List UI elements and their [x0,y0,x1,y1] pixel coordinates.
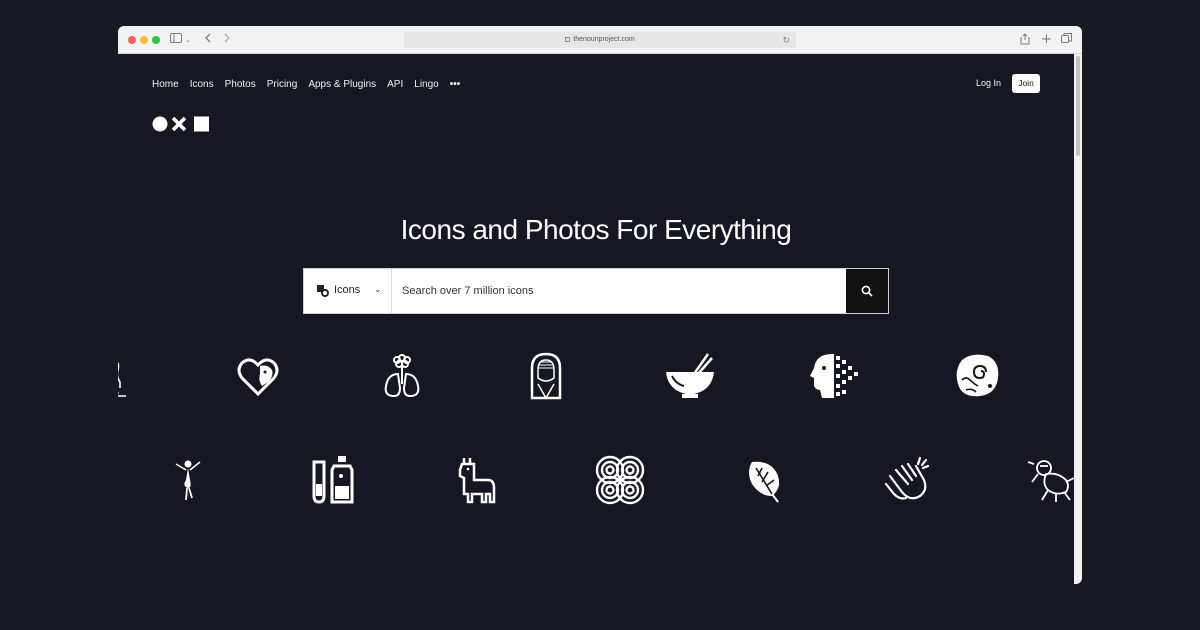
sidebar-toggle-icon[interactable] [170,33,182,47]
nav-lingo[interactable]: Lingo [414,79,438,90]
forward-icon[interactable] [223,33,231,47]
main-nav: Home Icons Photos Pricing Apps & Plugins… [152,76,460,92]
hero-title: Icons and Photos For Everything [400,214,792,245]
browser-toolbar: ⌄ thenounproject.com ↻ + [118,26,1082,54]
llama-icon [458,458,496,504]
nav-api[interactable]: API [387,79,403,90]
search-input[interactable] [392,269,847,313]
nav-pricing[interactable]: Pricing [267,79,298,90]
bowl-chopsticks-icon [666,353,714,398]
robot-crawler-icon [1027,460,1075,502]
monstera-leaf-icon [749,461,780,503]
nav-more-button[interactable]: ••• [450,79,461,90]
clapping-hands-icon [884,456,930,500]
search-type-dropdown[interactable]: Icons ⌄ [304,269,392,313]
browser-window: ⌄ thenounproject.com ↻ + Home Icons Phot… [118,26,1082,584]
desktop-background: ⌄ thenounproject.com ↻ + Home Icons Phot… [0,0,1200,630]
noun-project-logo[interactable] [152,116,212,132]
nav-apps-plugins[interactable]: Apps & Plugins [308,79,376,90]
pixel-head-icon [810,354,858,398]
back-icon[interactable] [204,33,212,47]
login-link[interactable]: Log In [976,78,1001,88]
chevron-down-icon[interactable]: ⌄ [185,33,191,47]
address-bar[interactable]: thenounproject.com ↻ [404,32,796,48]
test-tube-bottle-icon [312,456,354,504]
lock-icon [565,36,571,42]
chevron-down-icon: ⌄ [374,284,382,294]
icons-type-icon [317,285,329,297]
new-tab-icon[interactable]: + [1041,33,1052,47]
nav-icons[interactable]: Icons [190,79,214,90]
join-button[interactable]: Join [1012,74,1040,93]
figure-partial-icon [118,361,126,397]
share-icon[interactable] [1020,33,1030,47]
concentric-knot-icon [595,455,645,505]
search-button[interactable] [846,269,888,313]
heart-face-icon [237,358,279,397]
zoom-window-button[interactable] [152,36,160,44]
veiled-woman-icon [530,352,562,400]
minimize-window-button[interactable] [140,36,148,44]
flower-lungs-icon [384,354,420,398]
fossil-icon [956,354,999,397]
tab-overview-icon[interactable] [1061,33,1072,47]
nav-photos[interactable]: Photos [225,79,256,90]
search-bar: Icons ⌄ [303,268,889,314]
nav-home[interactable]: Home [152,79,179,90]
scrollbar-thumb[interactable] [1076,56,1080,156]
close-window-button[interactable] [128,36,136,44]
dancer-icon [175,460,201,501]
url-text: thenounproject.com [573,36,635,43]
reload-icon[interactable]: ↻ [782,34,790,46]
search-icon [861,285,873,297]
search-type-label: Icons [334,284,361,296]
